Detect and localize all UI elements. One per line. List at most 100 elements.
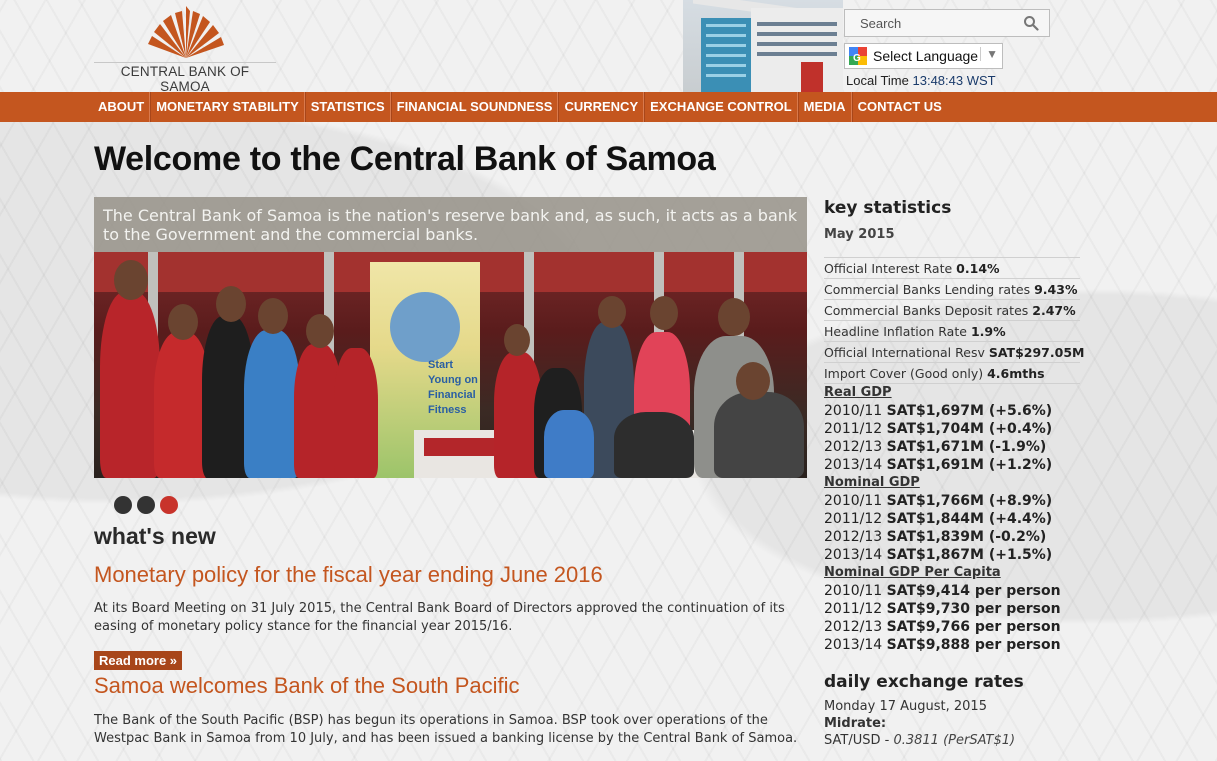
gdp-year: 2013/14 — [824, 457, 883, 473]
search-icon[interactable] — [1023, 15, 1039, 31]
gdp-value: SAT$1,867M (+1.5%) — [886, 547, 1053, 563]
exchange-rates-date: Monday 17 August, 2015 — [824, 699, 987, 714]
read-more-button[interactable]: Read more » — [94, 651, 183, 670]
stat-label: Official International Resv — [824, 345, 985, 360]
gdp-row: 2012/13 SAT$1,671M (-1.9%) — [824, 438, 1080, 456]
gdp-value: SAT$9,766 per person — [886, 619, 1061, 635]
stat-value: 4.6mths — [987, 366, 1045, 381]
nav-monetary-stability[interactable]: MONETARY STABILITY — [150, 92, 305, 122]
gdp-year: 2011/12 — [824, 421, 883, 437]
gdp-year: 2013/14 — [824, 547, 883, 563]
nav-media[interactable]: MEDIA — [797, 92, 852, 122]
stat-row: Official Interest Rate 0.14% — [824, 258, 1080, 279]
gdp-value: SAT$1,844M (+4.4%) — [886, 511, 1053, 527]
nominal-gdp-heading[interactable]: Nominal GDP — [824, 474, 1080, 492]
gdp-row: 2013/14 SAT$1,691M (+1.2%) — [824, 456, 1080, 474]
gdp-year: 2012/13 — [824, 529, 883, 545]
exchange-rates-heading: daily exchange rates — [824, 672, 1024, 692]
sidebar: key statistics May 2015 Official Interes… — [824, 198, 1084, 748]
news-body: At its Board Meeting on 31 July 2015, th… — [94, 601, 785, 634]
site-header: CENTRAL BANK OF SAMOA Search G Select La… — [0, 0, 1217, 94]
dropdown-arrow-icon: ▼ — [980, 47, 998, 61]
gdp-row: 2010/11 SAT$9,414 per person — [824, 582, 1080, 600]
news-title-link[interactable]: Samoa welcomes Bank of the South Pacific — [94, 673, 520, 699]
stat-label: Official Interest Rate — [824, 261, 953, 276]
carousel-slide-image[interactable]: Start Young on Financial Fitness — [94, 252, 807, 478]
header-building-photo — [683, 0, 843, 92]
site-logo[interactable]: CENTRAL BANK OF SAMOA — [94, 4, 276, 94]
nav-contact-us[interactable]: CONTACT US — [851, 92, 947, 122]
stat-label: Import Cover (Good only) — [824, 366, 984, 381]
gdp-value: SAT$9,730 per person — [886, 601, 1061, 617]
gdp-row: 2010/11 SAT$1,697M (+5.6%) — [824, 402, 1080, 420]
stat-value: 0.14% — [956, 261, 1000, 276]
stat-value: 2.47% — [1032, 303, 1076, 318]
gdp-value: SAT$1,704M (+0.4%) — [886, 421, 1053, 437]
gdp-year: 2013/14 — [824, 637, 883, 653]
poster-text: Start Young on Financial Fitness — [428, 359, 478, 416]
gdp-value: SAT$1,671M (-1.9%) — [886, 439, 1047, 455]
banner-caption: The Central Bank of Samoa is the nation'… — [94, 197, 807, 252]
midrate-label: Midrate: — [824, 716, 887, 731]
gdp-value: SAT$1,766M (+8.9%) — [886, 493, 1053, 509]
stat-row: Official International Resv SAT$297.05M — [824, 342, 1084, 363]
carousel-dot-3[interactable] — [160, 496, 178, 514]
search-input[interactable]: Search — [844, 9, 1050, 37]
nav-exchange-control[interactable]: EXCHANGE CONTROL — [644, 92, 798, 122]
gdp-year: 2010/11 — [824, 403, 883, 419]
gdp-year: 2012/13 — [824, 439, 883, 455]
stat-value: 9.43% — [1034, 282, 1078, 297]
local-time-label: Local Time — [846, 73, 909, 88]
local-time-value: 13:48:43 — [912, 73, 964, 88]
exchange-rate-row: SAT/USD - 0.3811 (PerSAT$1) — [824, 733, 1016, 748]
currency-pair: SAT/USD — [824, 733, 881, 748]
gdp-row: 2013/14 SAT$9,888 per person — [824, 636, 1080, 654]
carousel-dot-2[interactable] — [137, 496, 155, 514]
local-time-zone: WST — [966, 73, 996, 88]
nav-statistics[interactable]: STATISTICS — [304, 92, 391, 122]
search-placeholder: Search — [860, 15, 902, 31]
stat-row: Commercial Banks Deposit rates 2.47% — [824, 300, 1080, 321]
gdp-row: 2012/13 SAT$9,766 per person — [824, 618, 1080, 636]
key-statistics-heading: key statistics — [824, 198, 952, 218]
stat-value: 1.9% — [970, 324, 1006, 339]
nav-about[interactable]: ABOUT — [94, 92, 151, 122]
nav-currency[interactable]: CURRENCY — [558, 92, 645, 122]
local-time: Local Time 13:48:43 WST — [846, 73, 996, 88]
stat-label: Commercial Banks Lending rates — [824, 282, 1031, 297]
news-body: The Bank of the South Pacific (BSP) has … — [94, 713, 798, 746]
carousel-pagination — [114, 496, 178, 514]
gdp-year: 2012/13 — [824, 619, 883, 635]
gdp-value: SAT$1,697M (+5.6%) — [886, 403, 1053, 419]
sunburst-logo-icon — [148, 6, 224, 58]
language-select[interactable]: G Select Language ▼ — [844, 43, 1003, 69]
key-stats-list: Official Interest Rate 0.14% Commercial … — [824, 257, 1084, 384]
svg-text:G: G — [853, 53, 861, 64]
exchange-rate-value: 0.3811 (PerSAT$1) — [893, 733, 1016, 748]
news-title-link[interactable]: Monetary policy for the fiscal year endi… — [94, 562, 603, 588]
gdp-value: SAT$9,888 per person — [886, 637, 1061, 653]
stat-row: Import Cover (Good only) 4.6mths — [824, 363, 1080, 384]
google-translate-icon: G — [849, 47, 867, 65]
logo-text: CENTRAL BANK OF SAMOA — [94, 62, 276, 94]
main-nav: ABOUT MONETARY STABILITY STATISTICS FINA… — [0, 92, 1217, 122]
gdp-year: 2011/12 — [824, 511, 883, 527]
nominal-gdp-per-capita-heading[interactable]: Nominal GDP Per Capita — [824, 564, 1080, 582]
gdp-row: 2013/14 SAT$1,867M (+1.5%) — [824, 546, 1080, 564]
gdp-value: SAT$1,691M (+1.2%) — [886, 457, 1053, 473]
carousel-dot-1[interactable] — [114, 496, 132, 514]
gdp-row: 2011/12 SAT$1,704M (+0.4%) — [824, 420, 1080, 438]
page-title: Welcome to the Central Bank of Samoa — [94, 140, 716, 178]
stat-row: Commercial Banks Lending rates 9.43% — [824, 279, 1080, 300]
stat-value: SAT$297.05M — [988, 345, 1085, 360]
gdp-row: 2012/13 SAT$1,839M (-0.2%) — [824, 528, 1080, 546]
gdp-value: SAT$9,414 per person — [886, 583, 1061, 599]
gdp-year: 2010/11 — [824, 493, 883, 509]
real-gdp-heading[interactable]: Real GDP — [824, 384, 1080, 402]
gdp-row: 2011/12 SAT$9,730 per person — [824, 600, 1080, 618]
whats-new-heading: what's new — [94, 523, 216, 549]
gdp-value: SAT$1,839M (-0.2%) — [886, 529, 1047, 545]
gdp-year: 2010/11 — [824, 583, 883, 599]
nav-financial-soundness[interactable]: FINANCIAL SOUNDNESS — [390, 92, 559, 122]
gdp-row: 2010/11 SAT$1,766M (+8.9%) — [824, 492, 1080, 510]
